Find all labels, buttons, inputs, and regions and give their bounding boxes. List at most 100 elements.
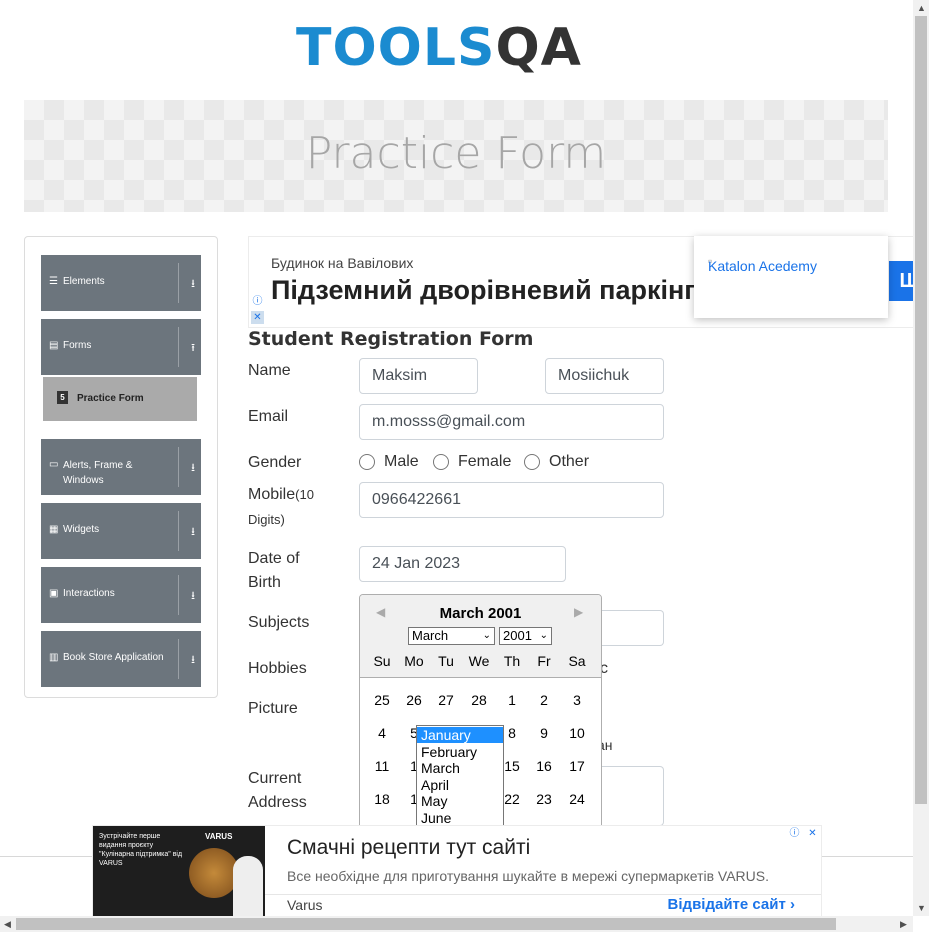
month-option[interactable]: February: [417, 744, 503, 760]
download-icon: ⭳: [191, 462, 195, 474]
calendar-day[interactable]: 23: [528, 791, 560, 807]
calendar-day[interactable]: 3: [561, 692, 593, 708]
calendar-day[interactable]: 11: [366, 758, 398, 774]
day-name: Tu: [438, 653, 454, 669]
document-icon: ▤: [49, 340, 59, 351]
calendar-day[interactable]: 9: [528, 725, 560, 741]
sidebar-group-book-store[interactable]: ▥ Book Store Application ⭳: [41, 631, 201, 687]
divider: [178, 639, 179, 679]
square-icon: ▣: [49, 588, 59, 599]
month-option[interactable]: June: [417, 810, 503, 826]
calendar-day[interactable]: 25: [366, 692, 398, 708]
month-option[interactable]: May: [417, 793, 503, 809]
download-icon: ⭳: [191, 590, 195, 602]
month-option[interactable]: March: [417, 760, 503, 776]
month-select[interactable]: March ⌄: [408, 627, 495, 645]
scroll-up-icon[interactable]: ▲: [917, 3, 926, 13]
window-icon: ▭: [49, 459, 59, 470]
visit-site-link[interactable]: Відвідайте сайт ›: [668, 896, 795, 913]
gender-other-radio[interactable]: [524, 454, 540, 470]
calendar-day[interactable]: 16: [528, 758, 560, 774]
gender-other-label[interactable]: Other: [549, 453, 589, 471]
toolsqa-logo[interactable]: TOOLSQA: [296, 14, 622, 94]
calendar-day[interactable]: 1: [496, 692, 528, 708]
date-of-birth-input[interactable]: 24 Jan 2023: [359, 546, 566, 582]
gender-label: Gender: [248, 454, 302, 471]
scroll-down-icon[interactable]: ▼: [917, 903, 926, 913]
scrollbar-thumb[interactable]: [915, 16, 927, 804]
hamburger-icon: ☰: [49, 276, 58, 287]
ad-image: Зустрічайте перше видання проєкту "Кулін…: [93, 826, 265, 916]
logo-wordmark: TOOLSQA: [296, 18, 582, 78]
ad-info-icon[interactable]: ⓘ: [788, 827, 801, 840]
sidebar: ☰ Elements ⭳ ▤ Forms ⭱ 5 Practice Form ▭…: [24, 236, 218, 698]
vertical-scrollbar[interactable]: ▲ ▼: [913, 0, 929, 916]
month-option[interactable]: January: [417, 727, 503, 743]
divider: [178, 447, 179, 487]
download-icon: ⭳: [191, 278, 195, 290]
day-name: Su: [373, 653, 391, 669]
mobile-input[interactable]: 0966422661: [359, 482, 664, 518]
katalon-ad-image[interactable]: ▫ Katalon Acedemy: [694, 236, 888, 318]
dob-label-line1: Date of: [248, 550, 300, 567]
gender-female-label[interactable]: Female: [458, 453, 511, 471]
calendar-day[interactable]: 2: [528, 692, 560, 708]
first-name-input[interactable]: Maksim: [359, 358, 478, 394]
calendar-day[interactable]: 28: [463, 692, 495, 708]
calendar-day[interactable]: 18: [366, 791, 398, 807]
calendar-day[interactable]: 24: [561, 791, 593, 807]
sidebar-item-practice-form[interactable]: 5 Practice Form: [43, 377, 197, 421]
address-label-line1: Current: [248, 770, 302, 787]
dob-label-line2: Birth: [248, 574, 281, 591]
sidebar-group-elements[interactable]: ☰ Elements ⭳: [41, 255, 201, 311]
picture-label: Picture: [248, 700, 298, 717]
grid-icon: ▦: [49, 524, 59, 535]
sidebar-group-widgets[interactable]: ▦ Widgets ⭳: [41, 503, 201, 559]
horizontal-scrollbar[interactable]: ◀ ▶: [0, 916, 913, 932]
gender-female-radio[interactable]: [433, 454, 449, 470]
gender-male-label[interactable]: Male: [384, 453, 419, 471]
day-name: Fr: [537, 653, 551, 669]
address-label-line2: Address: [248, 794, 307, 811]
sidebar-group-interactions[interactable]: ▣ Interactions ⭳: [41, 567, 201, 623]
gender-male-radio[interactable]: [359, 454, 375, 470]
calendar-day[interactable]: 10: [561, 725, 593, 741]
ad-close-icon[interactable]: ✕: [251, 311, 264, 324]
datepicker-header: ◀ ▶ March 2001 March ⌄ 2001 ⌄ Su Mo Tu We Th Fr…: [360, 595, 601, 678]
scroll-right-icon[interactable]: ▶: [900, 919, 907, 930]
last-name-input[interactable]: Mosiichuk: [545, 358, 664, 394]
ad-close-icon[interactable]: ✕: [806, 827, 819, 840]
katalon-alt-text: Katalon Acedemy: [708, 258, 817, 274]
page-title: Practice Form: [305, 128, 607, 179]
sidebar-group-alerts[interactable]: ▭ Alerts, Frame & Windows ⭳: [41, 439, 201, 495]
html5-icon: 5: [57, 391, 68, 404]
download-icon: ⭳: [191, 654, 195, 666]
email-label: Email: [248, 408, 289, 425]
calendar-day[interactable]: 26: [398, 692, 430, 708]
divider: [178, 575, 179, 615]
divider: [178, 511, 179, 551]
form-title: Student Registration Form: [248, 328, 534, 350]
divider: [265, 894, 821, 895]
name-label: Name: [248, 362, 291, 379]
scroll-left-icon[interactable]: ◀: [4, 919, 11, 930]
divider: [178, 327, 179, 367]
month-option[interactable]: April: [417, 777, 503, 793]
divider: [178, 263, 179, 303]
ad-info-icon[interactable]: ⓘ: [251, 295, 264, 308]
sidebar-group-forms[interactable]: ▤ Forms ⭱: [41, 319, 201, 375]
ad-banner-bottom[interactable]: Зустрічайте перше видання проєкту "Кулін…: [92, 825, 822, 917]
email-input[interactable]: m.mosss@gmail.com: [359, 404, 664, 440]
day-name: Th: [503, 653, 521, 669]
upload-icon: ⭱: [191, 342, 195, 354]
hobbies-label: Hobbies: [248, 660, 307, 677]
calendar-day[interactable]: 4: [366, 725, 398, 741]
download-icon: ⭳: [191, 526, 195, 538]
calendar-day[interactable]: 17: [561, 758, 593, 774]
chef-image: [233, 856, 263, 916]
year-select[interactable]: 2001 ⌄: [499, 627, 552, 645]
food-image: [189, 848, 239, 898]
day-name: Mo: [404, 653, 424, 669]
scrollbar-thumb[interactable]: [16, 918, 836, 930]
calendar-day[interactable]: 27: [430, 692, 462, 708]
